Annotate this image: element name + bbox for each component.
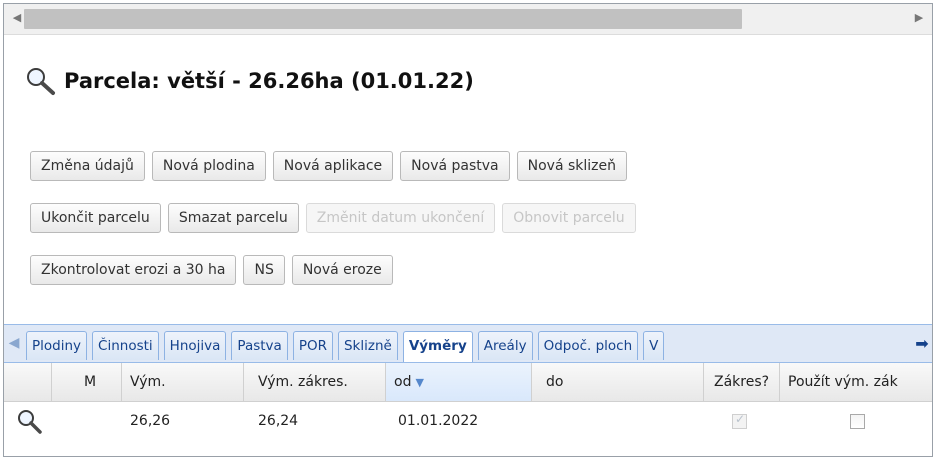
scrollbar-thumb[interactable] xyxy=(24,9,742,29)
parcel-panel: ◀ ▶ Parcela: větší - 26.26ha (01.01.22) … xyxy=(3,3,933,457)
col-pouzit[interactable]: Použít vým. zák xyxy=(780,363,932,401)
col-zakres[interactable]: Zákres? xyxy=(704,363,780,401)
nova-sklizen-button[interactable]: Nová sklizeň xyxy=(516,151,627,181)
magnifier-icon[interactable] xyxy=(16,408,44,436)
col-od[interactable]: od ▼ xyxy=(386,363,532,401)
table-row[interactable]: 26,26 26,24 01.01.2022 xyxy=(4,402,932,440)
zkontrolovat-erozi-button[interactable]: Zkontrolovat erozi a 30 ha xyxy=(30,255,237,285)
obnovit-parcelu-button[interactable]: Obnovit parcelu xyxy=(502,203,636,233)
scroll-left-arrow-icon[interactable]: ◀ xyxy=(10,11,24,25)
cell-vym: 26,26 xyxy=(130,413,171,429)
tab-truncated[interactable]: V xyxy=(643,331,665,360)
tab-strip: Plodiny Činnosti Hnojiva Pastva POR Skli… xyxy=(26,331,908,362)
ns-button[interactable]: NS xyxy=(243,255,285,285)
tab-sklizne[interactable]: Sklizně xyxy=(337,331,398,360)
col-m[interactable]: M xyxy=(52,363,122,401)
horizontal-scrollbar[interactable]: ◀ ▶ xyxy=(4,4,932,35)
tab-plodiny[interactable]: Plodiny xyxy=(26,331,88,360)
zmena-udaju-button[interactable]: Změna údajů xyxy=(30,151,145,181)
tab-vymery[interactable]: Výměry xyxy=(402,331,473,362)
tab-arealy[interactable]: Areály xyxy=(477,331,533,360)
page-title-text: Parcela: větší - 26.26ha (01.01.22) xyxy=(64,69,474,93)
cell-vym-zakres: 26,24 xyxy=(258,413,299,429)
col-vym[interactable]: Vým. xyxy=(122,363,244,401)
tab-hnojiva[interactable]: Hnojiva xyxy=(163,331,227,360)
grid-header: M Vým. Vým. zákres. od ▼ do Zákres? Použí… xyxy=(4,363,932,402)
tab-por[interactable]: POR xyxy=(292,331,333,360)
col-icon xyxy=(4,363,52,401)
tab-pastva[interactable]: Pastva xyxy=(231,331,288,360)
cell-do xyxy=(532,402,704,440)
action-buttons-row-2: Ukončit parcelu Smazat parcelu Změnit da… xyxy=(30,203,636,233)
nova-pastva-button[interactable]: Nová pastva xyxy=(400,151,510,181)
col-do[interactable]: do xyxy=(532,363,704,401)
col-od-label: od xyxy=(394,374,412,390)
tab-bar: ◀ Plodiny Činnosti Hnojiva Pastva POR Sk… xyxy=(4,324,932,363)
nova-aplikace-button[interactable]: Nová aplikace xyxy=(272,151,394,181)
tab-scroll-left-icon[interactable]: ◀ xyxy=(4,325,24,362)
zmenit-datum-ukonceni-button[interactable]: Změnit datum ukončení xyxy=(305,203,496,233)
nova-eroze-button[interactable]: Nová eroze xyxy=(291,255,393,285)
page-title: Parcela: větší - 26.26ha (01.01.22) xyxy=(24,64,474,98)
action-buttons-row-3: Zkontrolovat erozi a 30 ha NS Nová eroze xyxy=(30,255,393,285)
tab-odpoc-ploch[interactable]: Odpoč. ploch xyxy=(537,331,639,360)
smazat-parcelu-button[interactable]: Smazat parcelu xyxy=(167,203,299,233)
pouzit-checkbox[interactable] xyxy=(850,414,865,429)
sort-desc-icon: ▼ xyxy=(415,376,424,389)
ukoncit-parcelu-button[interactable]: Ukončit parcelu xyxy=(30,203,161,233)
zakres-checkbox[interactable] xyxy=(732,412,747,429)
col-vym-zakres[interactable]: Vým. zákres. xyxy=(244,363,386,401)
cell-m xyxy=(52,402,122,440)
tab-scroll-right-icon[interactable]: ➡ xyxy=(912,325,932,362)
nova-plodina-button[interactable]: Nová plodina xyxy=(151,151,266,181)
action-buttons-row-1: Změna údajů Nová plodina Nová aplikace N… xyxy=(30,151,627,181)
cell-od: 01.01.2022 xyxy=(398,413,479,429)
tab-cinnosti[interactable]: Činnosti xyxy=(92,331,159,360)
scroll-right-arrow-icon[interactable]: ▶ xyxy=(912,11,926,25)
magnifier-icon xyxy=(27,68,55,95)
